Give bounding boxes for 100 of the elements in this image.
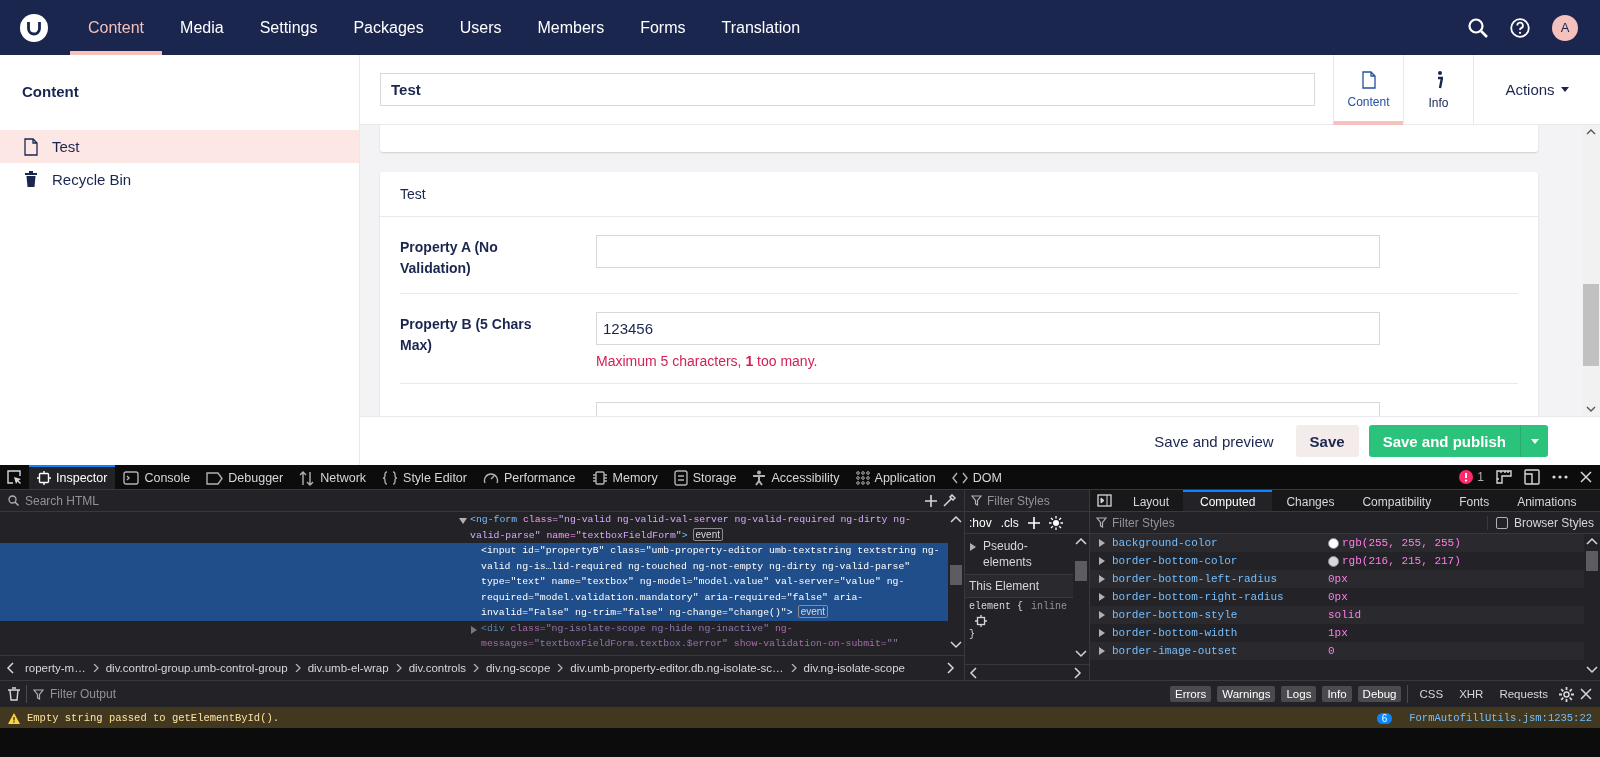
devtools-tab-label[interactable]: DOM xyxy=(972,471,1002,485)
breadcrumb-item[interactable]: div.umb-property-editor.db.ng-isolate-sc… xyxy=(570,662,784,674)
nav-tab[interactable]: Forms xyxy=(622,0,704,55)
devtools-tab-label[interactable]: Network xyxy=(320,471,367,485)
devtools-tab[interactable]: Memory xyxy=(583,465,666,489)
panel-tab[interactable]: Changes xyxy=(1272,490,1349,511)
class-toggle[interactable]: .cls xyxy=(1000,515,1019,530)
log-filter-toggle[interactable]: Requests xyxy=(1494,686,1553,702)
devtools-tab-label[interactable]: Performance xyxy=(503,471,576,485)
devtools-tab[interactable]: Storage xyxy=(665,465,745,489)
log-filter-toggle[interactable]: Info xyxy=(1322,686,1352,702)
log-filter-toggle[interactable]: Errors xyxy=(1170,686,1212,702)
html-node-row[interactable]: <div class="ng-isolate-scope ng-hide ng-inactive" ng-messages="textboxFieldForm.textbox.$error" show-validation-on-submit="" xyxy=(0,620,948,652)
css-property-value: 0 xyxy=(1328,645,1335,657)
browser-styles-checkbox[interactable]: Browser Styles xyxy=(1486,515,1594,530)
filter-output-field[interactable]: Filter Output xyxy=(50,687,1164,701)
sidebar-title: Content xyxy=(21,82,80,102)
repeat-count: 6 xyxy=(1376,712,1393,724)
breadcrumb-item[interactable]: div.ng-scope xyxy=(485,662,551,674)
devtools-tab-label[interactable]: Inspector xyxy=(56,471,108,485)
css-property-name[interactable]: border-image-outset xyxy=(1112,645,1238,657)
nav-tab[interactable]: Members xyxy=(519,0,623,55)
panel-tab[interactable]: Computed xyxy=(1183,490,1273,511)
html-markup: <div class="ng-isolate-scope ng-hide ng-inactive" ng-messages="textboxFieldForm.textbox.$error" show-validation-on-submit="" xyxy=(481,621,900,651)
filter-styles-field[interactable]: Filter Styles xyxy=(987,493,1077,508)
hover-state-toggle[interactable]: :hov xyxy=(969,515,992,530)
nav-tab[interactable]: Translation xyxy=(703,0,819,55)
search-html-field[interactable]: Search HTML xyxy=(25,490,919,511)
breadcrumb-item[interactable]: roperty-m… xyxy=(25,662,86,674)
breadcrumb-item[interactable]: div.controls xyxy=(408,662,466,674)
log-filter-toggle[interactable]: XHR xyxy=(1454,686,1489,702)
css-property-name[interactable]: border-bottom-right-radius xyxy=(1112,591,1284,603)
log-filter-toggle[interactable]: Warnings xyxy=(1217,686,1276,702)
nav-tab[interactable]: Settings xyxy=(241,0,336,55)
css-property-value: rgb(255, 255, 255) xyxy=(1342,537,1461,549)
devtools-tab[interactable]: DOM xyxy=(943,465,1010,489)
log-filter-toggle[interactable]: CSS xyxy=(1414,686,1449,702)
html-node-row[interactable]: <ng-form class="ng-valid ng-valid-val-server ng-valid-required ng-dirty ng-valid-parse" name="textboxFieldForm"> event xyxy=(0,512,948,543)
devtools-tab-label[interactable]: Style Editor xyxy=(403,471,467,485)
nav-tab[interactable]: Media xyxy=(162,0,242,55)
app-tab-label[interactable]: Info xyxy=(1428,95,1449,110)
devtools-tab[interactable]: Inspector xyxy=(29,465,116,489)
tree-item-label[interactable]: Test xyxy=(52,138,80,155)
rule-close-brace: } xyxy=(969,628,976,642)
property-label: Property A (No Validation) xyxy=(400,238,499,278)
css-property-name[interactable]: border-bottom-style xyxy=(1112,609,1238,621)
devtools-tab-label[interactable]: Console xyxy=(144,471,191,485)
css-property-value: rgb(216, 215, 217) xyxy=(1342,555,1461,567)
devtools-tab[interactable]: Style Editor xyxy=(374,465,475,489)
log-filter-toggle[interactable]: Logs xyxy=(1281,686,1317,702)
source-link[interactable]: FormAutofillUtils.jsm:1235:22 xyxy=(1409,712,1592,724)
html-markup: <ng-form class="ng-valid ng-valid-val-server ng-valid-required ng-dirty ng-valid-parse" name="textboxFieldForm"> event xyxy=(470,513,912,543)
css-property-name[interactable]: background-color xyxy=(1112,537,1218,549)
section-label[interactable]: Pseudo-elements xyxy=(983,538,1069,570)
css-property-value: 0px xyxy=(1328,591,1348,603)
devtools-tab[interactable]: Network xyxy=(291,465,375,489)
save-button[interactable]: Save xyxy=(1295,425,1359,457)
breadcrumb-item[interactable]: div.control-group.umb-control-group xyxy=(105,662,288,674)
actions-label[interactable]: Actions xyxy=(1505,81,1555,98)
devtools-tab-label[interactable]: Debugger xyxy=(228,471,284,485)
panel-tab[interactable]: Animations xyxy=(1503,490,1591,511)
tree-item[interactable]: Recycle Bin xyxy=(0,163,359,196)
nav-tab[interactable]: Packages xyxy=(335,0,442,55)
css-property-name[interactable]: border-bottom-left-radius xyxy=(1112,573,1278,585)
tree-item[interactable]: Test xyxy=(0,130,359,163)
log-filter-toggle[interactable]: Debug xyxy=(1357,686,1402,702)
devtools-tab[interactable]: Console xyxy=(115,465,199,489)
breadcrumb-item[interactable]: div.ng-isolate-scope xyxy=(803,662,905,674)
section-title: This Element xyxy=(965,575,1073,598)
breadcrumb-item[interactable]: div.umb-el-wrap xyxy=(307,662,389,674)
css-property-name[interactable]: border-bottom-width xyxy=(1112,627,1238,639)
devtools-tab[interactable]: Accessibility xyxy=(744,465,848,489)
devtools-tab-label[interactable]: Storage xyxy=(692,471,737,485)
app-tab[interactable]: Info xyxy=(1403,54,1473,125)
css-property-name[interactable]: border-bottom-color xyxy=(1112,555,1238,567)
devtools-tab[interactable]: Debugger xyxy=(198,465,292,489)
devtools-tab[interactable]: Application xyxy=(847,465,944,489)
devtools-tab-label[interactable]: Application xyxy=(874,471,936,485)
filter-styles-field[interactable]: Filter Styles xyxy=(1112,515,1202,530)
user-avatar[interactable]: A xyxy=(1552,14,1578,41)
rule-selector: element { xyxy=(969,601,1023,612)
group-title: Test xyxy=(380,172,1538,217)
save-and-preview-button[interactable]: Save and preview xyxy=(1142,425,1286,457)
nav-tab[interactable]: Users xyxy=(441,0,520,55)
nav-tab[interactable]: Content xyxy=(70,0,163,55)
tree-item-label[interactable]: Recycle Bin xyxy=(52,171,132,188)
panel-tab[interactable]: Fonts xyxy=(1445,490,1504,511)
actions-menu[interactable]: Actions xyxy=(1473,54,1600,125)
devtools-tab[interactable]: Performance xyxy=(474,465,584,489)
html-markup: <input id="propertyB" class="umb-property-editor umb-textstring textstring ng-valid ng-is…lid-required ng-touched ng-not-empty ng-dirty ng-valid-parse" type="text" name="textbox" ng-model="model.value" val-server="value" ng-required="model.validation.mandatory" aria-required="false" aria-invalid="False" ng-trim="false" ng-change="change()"> event xyxy=(481,544,940,620)
panel-tab[interactable]: Compatibility xyxy=(1348,490,1446,511)
text-field[interactable]: 123456 xyxy=(596,312,1380,345)
app-tab-label[interactable]: Content xyxy=(1347,94,1390,109)
devtools-tab-label[interactable]: Memory xyxy=(612,471,658,485)
name-field[interactable]: Test xyxy=(380,73,1315,106)
property-label: Property B (5 Chars Max) xyxy=(400,315,533,355)
error-count[interactable]: 1 xyxy=(1477,470,1484,484)
panel-tab[interactable]: Layout xyxy=(1119,490,1184,511)
devtools-tab-label[interactable]: Accessibility xyxy=(771,471,840,485)
validation-message: Maximum 5 characters, 1 too many. xyxy=(596,353,819,369)
